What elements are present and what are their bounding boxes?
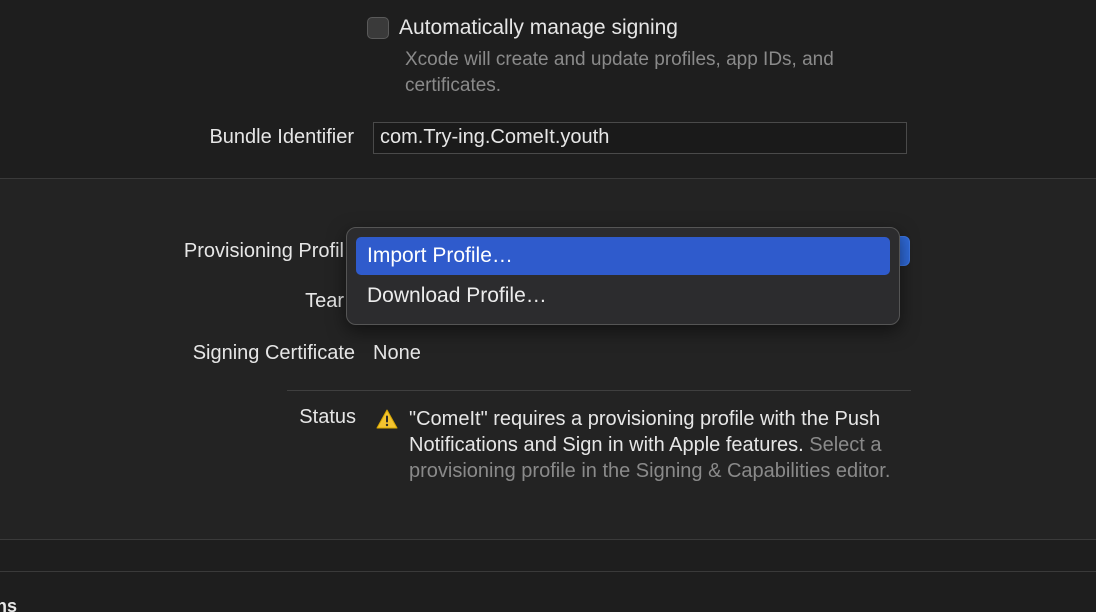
auto-manage-signing-label[interactable]: Automatically manage signing bbox=[399, 16, 678, 40]
signing-pane: Automatically manage signing Xcode will … bbox=[0, 0, 1096, 612]
bottom-band bbox=[0, 540, 1096, 571]
clipped-section-title: ns bbox=[0, 596, 18, 612]
status-message: "ComeIt" requires a provisioning profile… bbox=[409, 406, 909, 484]
bundle-identifier-label: Bundle Identifier bbox=[209, 126, 354, 148]
provisioning-profile-menu: Import Profile… Download Profile… bbox=[346, 227, 900, 325]
auto-manage-signing-description: Xcode will create and update profiles, a… bbox=[405, 49, 834, 96]
warning-icon bbox=[376, 409, 398, 429]
signing-certificate-label: Signing Certificate bbox=[192, 342, 355, 364]
team-label: Tear bbox=[305, 290, 344, 312]
signing-certificate-value: None bbox=[373, 342, 421, 364]
divider bbox=[287, 390, 911, 391]
menu-item-import-profile[interactable]: Import Profile… bbox=[356, 237, 890, 275]
provisioning-profile-label: Provisioning Profil bbox=[183, 240, 344, 262]
bottom-section bbox=[0, 572, 1096, 612]
status-label: Status bbox=[299, 406, 356, 428]
auto-manage-signing-checkbox[interactable] bbox=[367, 17, 389, 39]
menu-item-download-profile[interactable]: Download Profile… bbox=[356, 277, 890, 315]
bundle-identifier-field[interactable]: com.Try-ing.ComeIt.youth bbox=[373, 122, 907, 154]
